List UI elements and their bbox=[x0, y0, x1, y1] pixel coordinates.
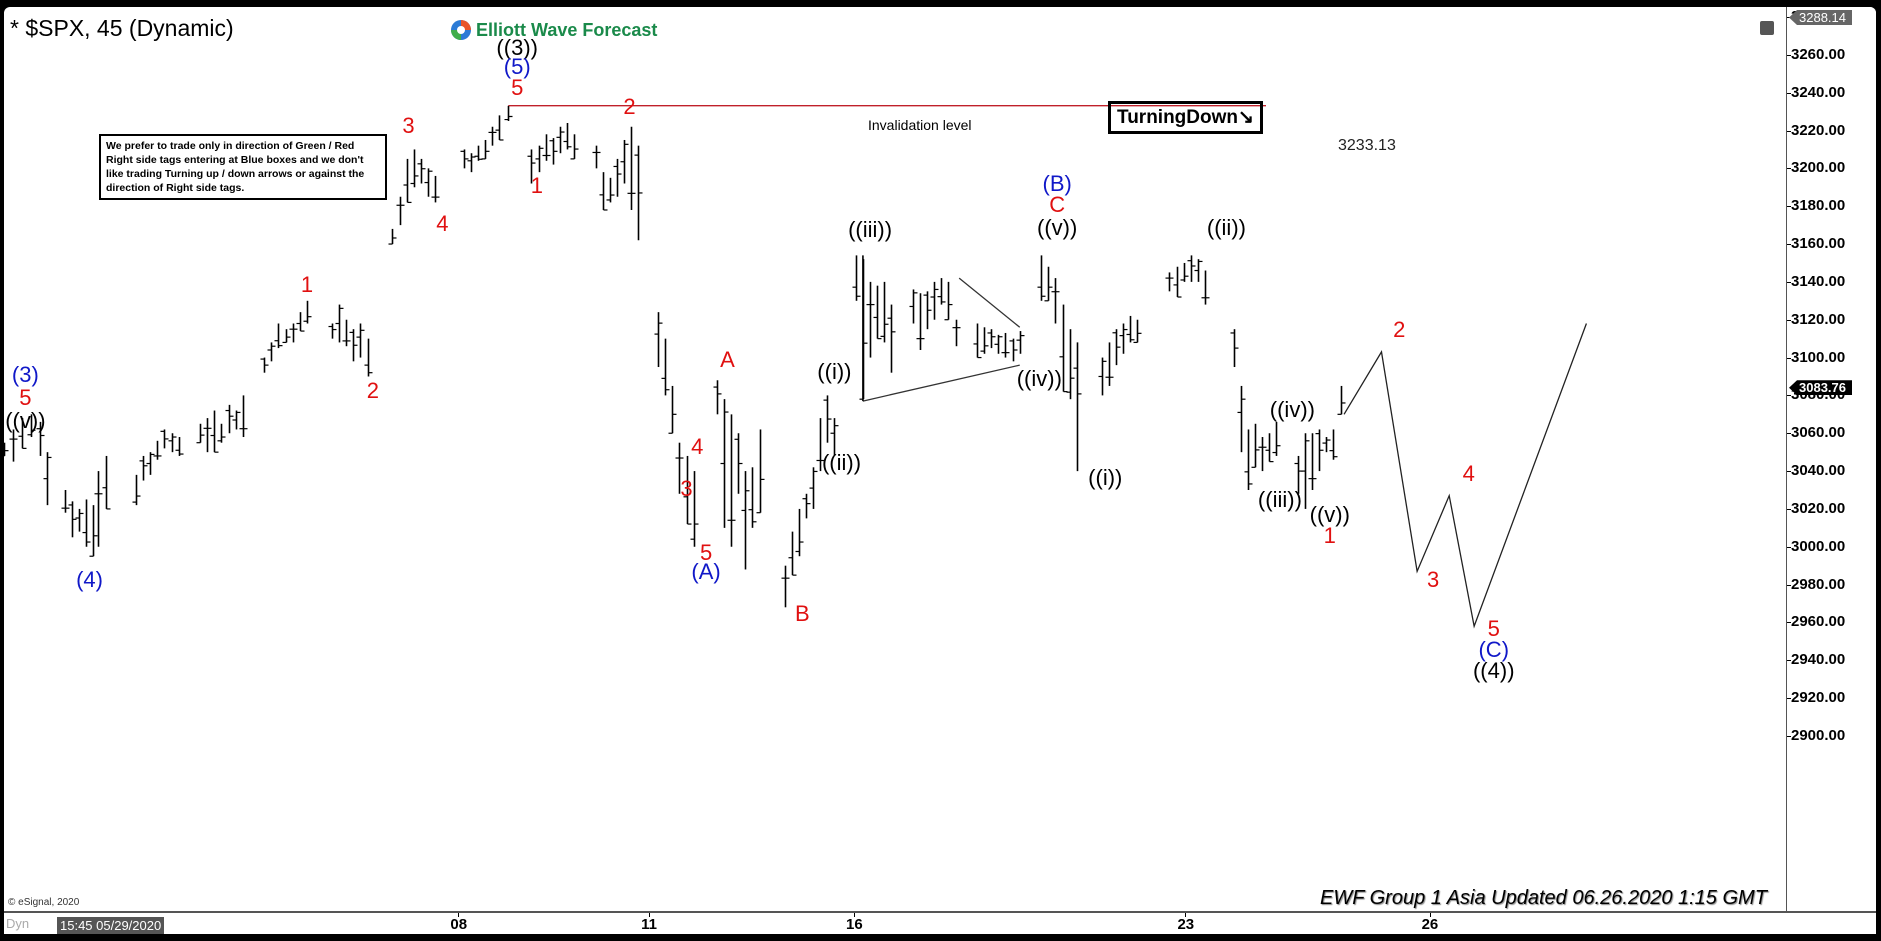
wave-label: 3 bbox=[1427, 566, 1440, 592]
y-tick-label: 2960.00 bbox=[1791, 613, 1846, 631]
x-tick-label: 23 bbox=[1177, 916, 1195, 933]
turning-down-badge: TurningDown↘ bbox=[1108, 101, 1263, 134]
chart-title: * $SPX, 45 (Dynamic) bbox=[10, 15, 234, 41]
restore-window-icon[interactable] bbox=[1760, 21, 1774, 35]
brand-logo: Elliott Wave Forecast bbox=[450, 19, 657, 41]
wave-label: 3 bbox=[402, 112, 415, 138]
wave-label: 4 bbox=[1462, 460, 1475, 486]
disclaimer-box: We prefer to trade only in direction of … bbox=[99, 134, 387, 200]
wave-label: ((iv)) bbox=[1016, 366, 1062, 392]
wave-label: 4 bbox=[436, 211, 449, 237]
y-tick-label: 2980.00 bbox=[1791, 575, 1846, 593]
wave-label: 2 bbox=[1393, 317, 1406, 343]
wave-label: ((ii)) bbox=[1206, 214, 1246, 240]
wave-label: 3 bbox=[680, 476, 693, 501]
price-axis[interactable]: 3280.003260.003240.003220.003200.003180.… bbox=[1786, 7, 1876, 911]
x-tick-label: 08 bbox=[450, 916, 468, 933]
updated-footer: EWF Group 1 Asia Updated 06.26.2020 1:15… bbox=[1320, 887, 1767, 909]
ewf-logo-icon bbox=[451, 20, 471, 40]
y-tick-label: 2940.00 bbox=[1791, 651, 1846, 669]
chart-window: * $SPX, 45 (Dynamic) Elliott Wave Foreca… bbox=[4, 7, 1876, 934]
y-tick-label: 3140.00 bbox=[1791, 272, 1846, 290]
y-tick-label: 3180.00 bbox=[1791, 197, 1846, 215]
wave-label: ((4)) bbox=[1472, 657, 1515, 683]
wave-label: ((ii)) bbox=[821, 449, 862, 475]
triangle-trendline bbox=[958, 277, 1021, 328]
turning-label: TurningDown bbox=[1117, 107, 1239, 128]
y-tick-label: 3220.00 bbox=[1791, 121, 1846, 139]
y-tick-label: 2900.00 bbox=[1791, 726, 1846, 744]
wave-label: ((iv)) bbox=[1269, 396, 1315, 422]
wave-label: 1 bbox=[1323, 523, 1336, 549]
wave-label: 5 bbox=[511, 74, 524, 100]
invalidation-value: 3233.13 bbox=[1338, 137, 1396, 154]
x-tick-label: 16 bbox=[846, 916, 863, 933]
wave-label: ((iii)) bbox=[848, 216, 893, 242]
x-tick-label: 26 bbox=[1421, 916, 1439, 933]
wave-label: 4 bbox=[691, 434, 704, 460]
copyright: © eSignal, 2020 bbox=[8, 897, 80, 908]
y-tick-label: 3120.00 bbox=[1791, 310, 1846, 328]
wave-label: A bbox=[720, 347, 735, 373]
wave-label: ((i)) bbox=[1088, 464, 1123, 490]
last-price-tag: 3083.76 bbox=[1789, 380, 1852, 396]
y-tick-label: 3000.00 bbox=[1791, 537, 1846, 555]
wave-label: 2 bbox=[366, 377, 379, 403]
y-tick-label: 3040.00 bbox=[1791, 462, 1846, 480]
wave-label: (A) bbox=[691, 559, 721, 585]
y-tick-label: 3260.00 bbox=[1791, 45, 1846, 63]
wave-label: 2 bbox=[623, 93, 636, 119]
triangle-trendline bbox=[862, 364, 1020, 402]
y-tick-label: 3160.00 bbox=[1791, 235, 1846, 253]
dyn-label: Dyn bbox=[6, 916, 30, 931]
time-axis[interactable]: Dyn 15:45 05/29/2020 08 11 16 23 26 bbox=[4, 911, 1876, 934]
y-tick-label: 2920.00 bbox=[1791, 689, 1846, 707]
top-price-tag: 3288.14 bbox=[1789, 10, 1852, 25]
cursor-timestamp: 15:45 05/29/2020 bbox=[57, 917, 165, 934]
wave-label: 1 bbox=[300, 271, 314, 297]
wave-label: ((iii)) bbox=[1257, 487, 1302, 513]
invalidation-label: Invalidation level bbox=[868, 117, 972, 133]
y-tick-label: 3240.00 bbox=[1791, 83, 1846, 101]
wave-label: (4) bbox=[76, 566, 103, 592]
wave-label: ((i)) bbox=[817, 358, 852, 384]
y-tick-label: 3200.00 bbox=[1791, 159, 1846, 177]
y-tick-label: 3100.00 bbox=[1791, 348, 1846, 366]
arrow-down-right-icon: ↘ bbox=[1238, 107, 1254, 128]
wave-label: 1 bbox=[530, 173, 543, 199]
wave-label: B bbox=[794, 600, 810, 626]
y-tick-label: 3060.00 bbox=[1791, 424, 1846, 442]
wave-label: ((v)) bbox=[1037, 214, 1078, 240]
wave-label: ((v)) bbox=[5, 407, 46, 433]
x-tick-label: 11 bbox=[641, 916, 657, 933]
y-tick-label: 3020.00 bbox=[1791, 499, 1846, 517]
